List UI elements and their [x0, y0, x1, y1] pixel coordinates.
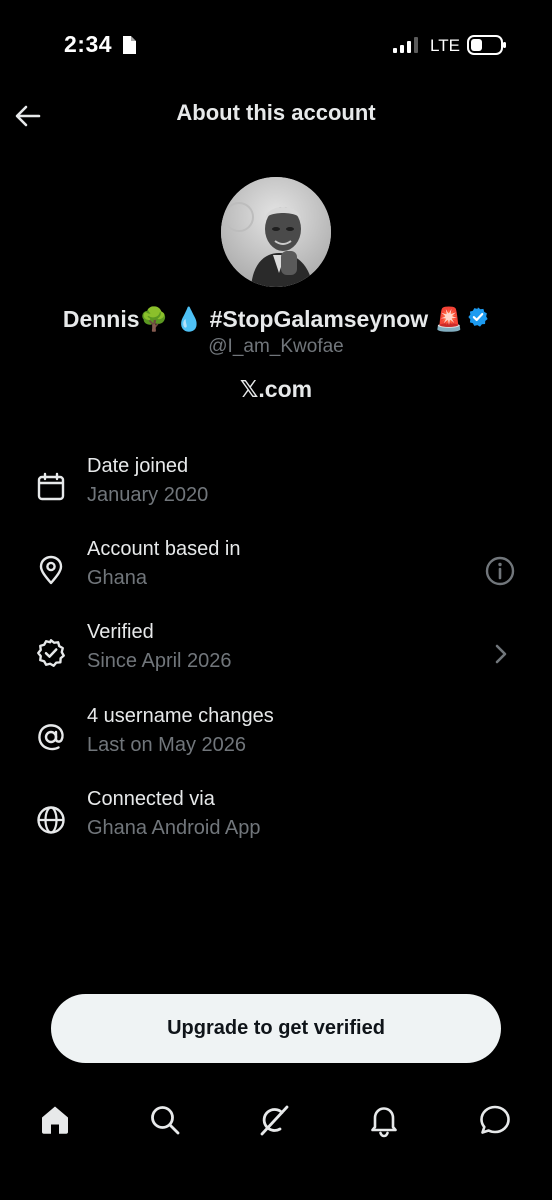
- notifications-icon[interactable]: [366, 1102, 402, 1138]
- status-time: 2:34: [64, 31, 113, 57]
- bottom-tab-bar: [0, 1088, 552, 1152]
- verified-badge-icon: [467, 306, 489, 333]
- signal-icon: [393, 37, 421, 58]
- detail-row-username-changes: 4 username changes Last on May 2026: [0, 705, 552, 771]
- detail-label: Connected via: [87, 788, 215, 810]
- info-icon[interactable]: [484, 555, 516, 587]
- calendar-icon: [36, 472, 66, 502]
- detail-value: Since April 2026: [87, 650, 232, 672]
- status-bar: 2:34 LTE: [0, 0, 552, 92]
- grok-icon[interactable]: [256, 1102, 292, 1138]
- chevron-right-icon: [484, 638, 516, 670]
- verified-badge-outline-icon: [36, 638, 66, 668]
- home-icon[interactable]: [37, 1102, 73, 1138]
- document-icon: [121, 35, 137, 60]
- back-arrow-icon: [12, 105, 44, 136]
- display-name: Dennis🌳 💧 #StopGalamseynow 🚨: [62, 305, 464, 332]
- detail-row-account-based-in: Account based in Ghana: [0, 538, 552, 604]
- avatar[interactable]: [221, 177, 331, 287]
- at-sign-icon: [36, 722, 66, 752]
- upgrade-button[interactable]: Upgrade to get verified: [51, 994, 501, 1063]
- detail-label: 4 username changes: [87, 705, 274, 727]
- back-button[interactable]: [12, 100, 44, 132]
- detail-label: Verified: [87, 621, 154, 643]
- detail-label: Date joined: [87, 455, 189, 477]
- network-label: LTE: [430, 36, 460, 55]
- detail-value: Ghana: [87, 567, 148, 589]
- battery-icon: [467, 35, 507, 60]
- location-pin-icon: [36, 555, 66, 585]
- globe-icon: [36, 805, 66, 835]
- search-icon[interactable]: [147, 1102, 183, 1138]
- messages-icon[interactable]: [477, 1102, 513, 1138]
- profile-domain: 𝕏.com: [239, 376, 313, 402]
- display-name-row: Dennis🌳 💧 #StopGalamseynow 🚨: [0, 302, 552, 336]
- detail-value: Ghana Android App: [87, 817, 261, 839]
- detail-row-connected-via: Connected via Ghana Android App: [0, 788, 552, 854]
- page-title: About this account: [176, 100, 376, 125]
- profile-handle: @I_am_Kwofae: [208, 336, 344, 357]
- detail-value: January 2020: [87, 484, 209, 506]
- detail-label: Account based in: [87, 538, 241, 560]
- detail-row-date-joined: Date joined January 2020: [0, 455, 552, 521]
- detail-value: Last on May 2026: [87, 734, 246, 756]
- detail-row-verified[interactable]: Verified Since April 2026: [0, 621, 552, 687]
